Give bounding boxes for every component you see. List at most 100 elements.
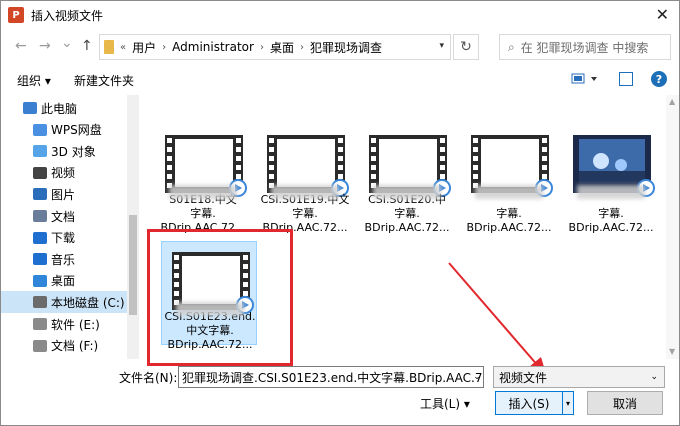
filename-input[interactable]: 犯罪现场调查.CSI.S01E23.end.中文字幕.BDrip.AAC.720… [178, 366, 484, 388]
content-scrollbar[interactable] [666, 95, 679, 359]
navigation-pane: 此电脑 WPS网盘 3D 对象视频图片文档下载音乐桌面本地磁盘 (C:) 软件 (E:… [1, 95, 128, 359]
privacy-blur [373, 185, 441, 199]
up-arrow-icon[interactable]: ↑ [81, 38, 93, 54]
filename-label: 文件名(N): [119, 371, 178, 385]
drive-icon [33, 296, 47, 309]
sidebar-item-label: WPS网盘 [51, 123, 102, 138]
file-name: 字幕. BDrip.AAC.72... [563, 193, 659, 235]
forward-arrow-icon[interactable]: → [39, 38, 51, 54]
file-name: 字幕. BDrip.AAC.72... [461, 193, 557, 235]
file-tile[interactable]: CSI.S01E20.中 字幕. BDrip.AAC.72... [359, 125, 455, 234]
chevron-down-icon: ⌄ [650, 372, 658, 382]
sidebar-item-label: 下载 [51, 231, 76, 246]
search-input[interactable]: ⌕ 在 犯罪现场调查 中搜索 [499, 34, 671, 60]
breadcrumb-folder[interactable]: 犯罪现场调查 [310, 39, 382, 56]
search-icon: ⌕ [508, 39, 515, 54]
sidebar-item[interactable]: 下载 [1, 227, 127, 249]
sidebar-item[interactable]: 文档 [1, 205, 127, 227]
chevron-down-icon: ▾ [463, 397, 470, 411]
powerpoint-icon: P [8, 7, 24, 23]
file-tile[interactable]: CSI.S01E19.中文 字幕. BDrip.AAC.72... [257, 125, 353, 234]
refresh-button[interactable]: ↻ [453, 34, 479, 60]
file-name-line: 字幕. [598, 207, 624, 220]
insert-options-dropdown[interactable]: ▾ [562, 391, 574, 415]
help-icon[interactable]: ? [651, 71, 667, 87]
organize-menu[interactable]: 组织 ▾ [17, 72, 51, 89]
sidebar-item-label: 音乐 [51, 252, 76, 267]
scroll-up-icon[interactable]: ▲ [669, 97, 675, 106]
sidebar-scrollbar-thumb[interactable] [129, 215, 137, 315]
overflow-chevron-icon[interactable]: « [120, 42, 126, 53]
navigation-bar: ← → ⌄ ↑ « 用户 › Administrator › 桌面 › 犯罪现场… [1, 31, 679, 63]
drive-icon [33, 318, 47, 330]
address-dropdown-icon[interactable]: ▾ [439, 41, 444, 51]
privacy-blur [577, 185, 645, 199]
sidebar-item-label: 视频 [51, 166, 76, 181]
file-type-select[interactable]: 视频文件 ⌄ [493, 366, 665, 388]
desktop-icon [33, 274, 47, 287]
document-icon [33, 210, 47, 222]
command-toolbar: 组织 ▾ 新建文件夹 ? [1, 67, 679, 93]
tools-menu[interactable]: 工具(L) ▾ [420, 395, 470, 412]
sidebar-item[interactable]: 视频 [1, 162, 127, 184]
sidebar-item[interactable]: 本地磁盘 (C:) [1, 291, 127, 314]
file-name-line: 字幕. [292, 207, 318, 220]
file-name-line: 字幕. [496, 207, 522, 220]
filename-dropdown-icon[interactable]: ⌄ [470, 366, 484, 388]
breadcrumb-administrator[interactable]: Administrator [172, 40, 254, 54]
chevron-right-icon[interactable]: › [162, 42, 166, 53]
file-name-line: 字幕. [190, 207, 216, 220]
sidebar-item-label: 文档 [51, 209, 76, 224]
preview-pane-icon[interactable] [619, 72, 633, 86]
sidebar-item-label: 文档 (F:) [51, 339, 99, 354]
insert-button[interactable]: 插入(S) [495, 391, 563, 415]
sidebar-item[interactable]: 文档 (F:) [1, 335, 127, 357]
scroll-down-icon[interactable]: ▼ [669, 347, 675, 356]
sidebar-item[interactable]: 3D 对象 [1, 140, 127, 162]
sidebar-item[interactable]: 桌面 [1, 270, 127, 292]
file-tile[interactable]: S01E18.中文 字幕. BDrip.AAC.72... [155, 125, 251, 234]
file-name-line: BDrip.AAC.72... [466, 221, 552, 234]
privacy-blur [475, 185, 543, 199]
recent-locations-dropdown[interactable]: ⌄ [61, 35, 73, 51]
file-tile[interactable]: 字幕. BDrip.AAC.72... [563, 125, 659, 234]
address-bar[interactable]: « 用户 › Administrator › 桌面 › 犯罪现场调查 ▾ [99, 34, 451, 60]
computer-icon [23, 102, 37, 114]
chevron-right-icon[interactable]: › [260, 42, 264, 53]
close-icon[interactable]: ✕ [656, 5, 669, 24]
file-name-line: 字幕. [394, 207, 420, 220]
sidebar-item[interactable]: 此电脑 [1, 97, 127, 119]
chevron-right-icon[interactable]: › [300, 42, 304, 53]
title-bar: P 插入视频文件 ✕ [1, 1, 679, 29]
cube-icon [33, 145, 47, 158]
file-type-value: 视频文件 [499, 370, 548, 385]
new-folder-button[interactable]: 新建文件夹 [74, 72, 134, 89]
sidebar-item-label: 本地磁盘 (C:) [51, 295, 125, 310]
sidebar-item[interactable]: 图片 [1, 183, 127, 205]
insert-video-dialog: P 插入视频文件 ✕ ← → ⌄ ↑ « 用户 › Administrator … [0, 0, 680, 426]
back-arrow-icon[interactable]: ← [15, 38, 27, 54]
sidebar-item-label: 桌面 [51, 274, 76, 289]
file-tile[interactable]: 字幕. BDrip.AAC.72... [461, 125, 557, 234]
cloud-icon [33, 123, 47, 136]
file-name: CSI.S01E20.中 字幕. BDrip.AAC.72... [359, 193, 455, 235]
cancel-button[interactable]: 取消 [587, 391, 663, 415]
file-name-line: BDrip.AAC.72... [364, 221, 450, 234]
breadcrumb-desktop[interactable]: 桌面 [270, 39, 294, 56]
sidebar-item[interactable]: 软件 (E:) [1, 313, 127, 335]
sidebar-item[interactable]: 音乐 [1, 248, 127, 270]
picture-icon [33, 188, 47, 201]
sidebar-item-label: 软件 (E:) [51, 317, 100, 332]
breadcrumb-users[interactable]: 用户 [132, 39, 156, 56]
search-placeholder: 在 犯罪现场调查 中搜索 [520, 40, 649, 55]
folder-icon [104, 40, 114, 54]
drive-icon [33, 339, 47, 352]
download-icon [33, 231, 47, 244]
refresh-icon: ↻ [460, 39, 472, 55]
view-options-icon[interactable] [571, 72, 599, 86]
sidebar-item[interactable]: WPS网盘 [1, 119, 127, 141]
video-icon [33, 166, 47, 179]
dialog-title: 插入视频文件 [31, 8, 104, 23]
highlight-box [147, 229, 293, 366]
sidebar-item-label: 此电脑 [41, 101, 78, 116]
